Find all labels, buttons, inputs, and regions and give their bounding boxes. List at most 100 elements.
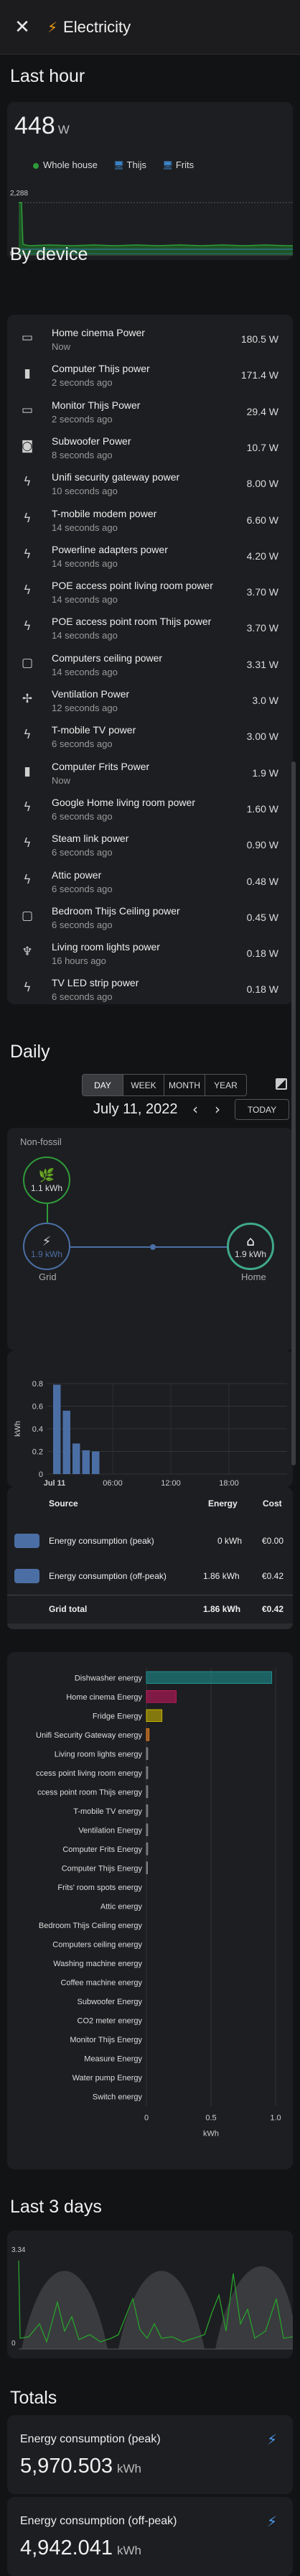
device-row[interactable]: ✢ Ventilation Power 12 seconds ago 3.0 W [7, 683, 291, 719]
x-tick-label: 06:00 [103, 1479, 123, 1487]
television-icon: ▭ [21, 330, 34, 345]
device-row[interactable]: ▮ Computer Frits Power Now 1.9 W [7, 756, 291, 792]
calendar-compare-icon[interactable] [276, 1078, 287, 1090]
device-row[interactable]: ♆ Living room lights power 16 hours ago 0.1… [7, 936, 291, 972]
ceiling-light-icon: ♆ [22, 945, 33, 960]
bar [72, 1443, 80, 1474]
daily-usage-chart-card: 0 0.2 0.4 0.6 0.8 Jul 11 06:00 12:00 18:00 kWh [7, 1350, 293, 1487]
fan-icon: ✢ [22, 692, 33, 706]
device-name: Google Home living room power [52, 796, 195, 808]
device-updated: 6 seconds ago [52, 847, 113, 858]
device-value: 1.60 W [246, 802, 278, 815]
flash-icon: ϟ [23, 475, 32, 490]
device-updated: 14 seconds ago [52, 666, 118, 677]
device-row[interactable]: ▭ Home cinema Power Now 180.5 W [7, 322, 291, 358]
total-name: Energy consumption (off-peak) [20, 2515, 177, 2527]
offpeak-energy: 1.86 kWh [203, 1571, 240, 1581]
device-value: 3.70 W [246, 586, 278, 598]
category-label: Water pump Energy [72, 2074, 143, 2082]
offpeak-source: Energy consumption (off-peak) [49, 1571, 167, 1581]
bar [146, 1709, 163, 1722]
device-updated: 6 seconds ago [52, 883, 113, 894]
category-label: Washing machine energy [53, 1960, 142, 1968]
section-title-last-3-days: Last 3 days [10, 2197, 102, 2217]
device-row[interactable]: ◙ Subwoofer Power 8 seconds ago 10.7 W [7, 430, 291, 466]
device-updated: 2 seconds ago [52, 377, 113, 389]
peak-swatch [14, 1534, 39, 1548]
device-value: 0.48 W [246, 875, 278, 887]
nonfossil-label: Non-fossil [20, 1136, 62, 1147]
device-row[interactable]: ▭ Monitor Thijs Power 2 seconds ago 29.4 W [7, 394, 291, 430]
device-row[interactable]: ϟ Unifi security gateway power 10 seconds … [7, 466, 291, 502]
checkbox-blank-icon: ▢ [21, 908, 34, 923]
today-button[interactable]: TODAY [235, 1099, 289, 1120]
section-title-totals: Totals [10, 2388, 57, 2408]
y-tick-label: 0.6 [32, 1403, 43, 1412]
device-row[interactable]: ϟ TV LED strip power 6 seconds ago 0.18 W [7, 972, 291, 1008]
device-updated: 6 seconds ago [52, 919, 113, 930]
bar [146, 1785, 149, 1798]
header-source: Source [49, 1498, 78, 1509]
x-tick-label: 0 [144, 2114, 149, 2123]
daylight-area-1 [22, 2271, 108, 2349]
period-day-button[interactable]: DAY [83, 1075, 123, 1095]
category-label: Bedroom Thijs Ceiling energy [39, 1922, 143, 1930]
nonfossil-node[interactable]: 🌿 1.1 kWh [23, 1157, 70, 1204]
home-label: Home [241, 1271, 266, 1282]
device-name: Computer Thijs power [52, 363, 150, 375]
device-row[interactable]: ϟ Attic power 6 seconds ago 0.48 W [7, 864, 291, 900]
energy-source-table: Source Energy Cost Energy consumption (p… [7, 1487, 293, 1629]
period-selector: DAY WEEK MONTH YEAR [82, 1074, 247, 1096]
device-row[interactable]: ϟ T-mobile TV power 6 seconds ago 3.00 W [7, 719, 291, 755]
device-value: 171.4 W [240, 369, 278, 381]
period-month-button[interactable]: MONTH [164, 1075, 205, 1095]
bar [146, 1804, 149, 1817]
close-icon[interactable]: ✕ [10, 15, 34, 40]
lightning-bolt-icon: ⚡ [266, 2431, 277, 2448]
total-card-offpeak[interactable]: Energy consumption (off-peak) ⚡ 4,942.04… [7, 2497, 293, 2576]
device-row[interactable]: ▢ Computers ceiling power 14 seconds ago 3.… [7, 647, 291, 683]
category-label: CO2 meter energy [78, 2016, 143, 2025]
chevron-right-icon[interactable]: › [215, 1101, 220, 1118]
flash-icon: ϟ [23, 583, 32, 598]
chevron-left-icon[interactable]: ‹ [192, 1101, 198, 1118]
grid-label: Grid [39, 1271, 57, 1282]
device-value: 0.45 W [246, 911, 278, 923]
bar [146, 1671, 273, 1684]
header-energy: Energy [208, 1498, 238, 1509]
device-row[interactable]: ϟ T-mobile modem power 14 seconds ago 6.60 … [7, 503, 291, 539]
horizontal-scrollbar[interactable] [7, 1623, 293, 1629]
period-year-button[interactable]: YEAR [205, 1075, 246, 1095]
category-label: Monitor Thijs Energy [70, 2036, 142, 2044]
device-name: Unifi security gateway power [52, 471, 180, 483]
device-value: 0.90 W [246, 839, 278, 851]
flash-icon: ϟ [23, 619, 32, 634]
device-row[interactable]: ϟ Google Home living room power 6 seconds … [7, 792, 291, 828]
device-value: 29.4 W [246, 405, 278, 417]
y-tick-label: 0.8 [32, 1380, 43, 1389]
device-row[interactable]: ϟ Powerline adapters power 14 seconds ago 4… [7, 539, 291, 575]
total-card-peak[interactable]: Energy consumption (peak) ⚡ 5,970.503 kWh [7, 2415, 293, 2494]
device-row[interactable]: ▢ Bedroom Thijs Ceiling power 6 seconds ag… [7, 900, 291, 936]
grid-total-energy: 1.86 kWh [203, 1604, 241, 1614]
device-row[interactable]: ▮ Computer Thijs power 2 seconds ago 171.4 … [7, 358, 291, 394]
total-value: 4,942.041 kWh [20, 2536, 142, 2559]
category-label: T-mobile TV energy [73, 1807, 142, 1816]
grid-value: 1.9 kWh [30, 1248, 62, 1259]
device-value: 3.70 W [246, 622, 278, 634]
category-label: Frits' room spots energy [57, 1884, 142, 1892]
device-updated: Now [52, 341, 71, 352]
device-value: 8.00 W [246, 478, 278, 490]
period-week-button[interactable]: WEEK [123, 1075, 164, 1095]
bar [146, 1728, 150, 1741]
y-tick-label: 0.2 [32, 1448, 43, 1457]
scrollbar-thumb[interactable] [291, 761, 296, 1465]
grid-node[interactable]: ⚡ 1.9 kWh [23, 1223, 70, 1270]
home-node[interactable]: ⌂ 1.9 kWh [227, 1223, 274, 1270]
x-tick-label: 12:00 [161, 1479, 181, 1487]
device-row[interactable]: ϟ Steam link power 6 seconds ago 0.90 W [7, 828, 291, 863]
device-updated: 6 seconds ago [52, 810, 113, 822]
device-row[interactable]: ϟ POE access point room Thijs power 14 sec… [7, 611, 291, 647]
checkbox-blank-icon: ▢ [21, 655, 34, 670]
device-row[interactable]: ϟ POE access point living room power 14 se… [7, 575, 291, 611]
